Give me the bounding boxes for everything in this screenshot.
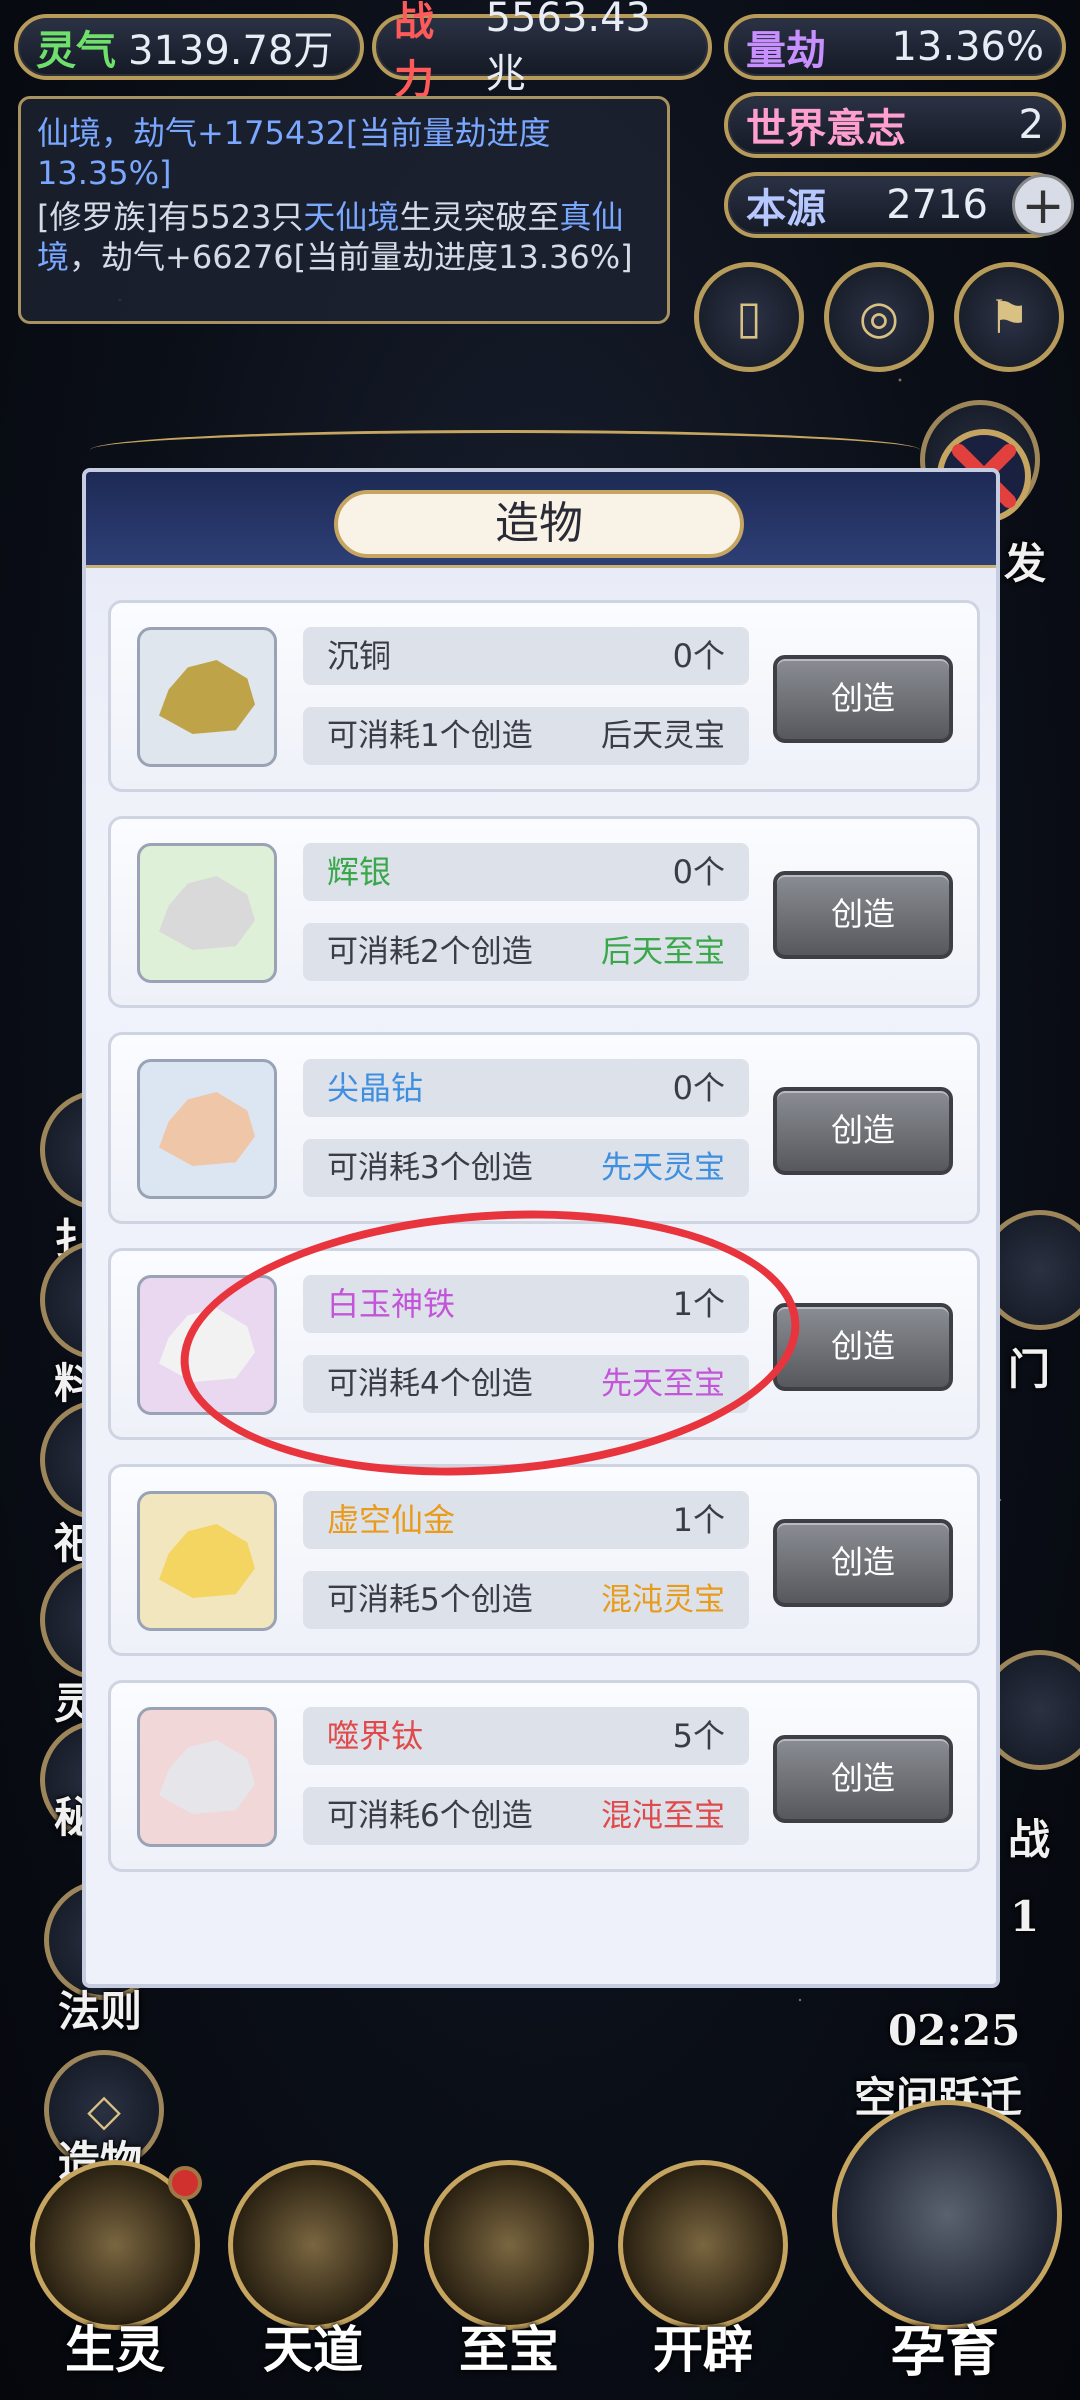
item-cost: 可消耗2个创造 bbox=[327, 934, 533, 970]
shijie-pill[interactable]: 世界意志 2 bbox=[724, 92, 1066, 158]
create-button[interactable]: 创造 bbox=[773, 871, 953, 959]
item-count: 0个 bbox=[672, 1069, 725, 1107]
item-thumbnail bbox=[137, 627, 277, 767]
yunyu-emblem-icon bbox=[832, 2100, 1062, 2330]
create-button[interactable]: 创造 bbox=[773, 1087, 953, 1175]
right-fa-label: 发 bbox=[1004, 539, 1047, 588]
item-cost: 可消耗6个创造 bbox=[327, 1798, 533, 1834]
ore-icon bbox=[159, 1740, 255, 1814]
item-thumbnail bbox=[137, 1059, 277, 1199]
card-icon-button[interactable]: ▯ bbox=[694, 262, 804, 372]
create-button[interactable]: 创造 bbox=[773, 1303, 953, 1391]
item-count: 0个 bbox=[672, 637, 725, 675]
create-button[interactable]: 创造 bbox=[773, 655, 953, 743]
item-cost: 可消耗3个创造 bbox=[327, 1150, 533, 1186]
item-name-bar: 噬界钛 5个 bbox=[303, 1707, 749, 1765]
event-log: 仙境，劫气+175432[当前量劫进度13.35%] [修罗族]有5523只天仙… bbox=[18, 96, 670, 324]
kaipi-emblem-icon bbox=[618, 2160, 788, 2330]
liangjie-label: 量劫 bbox=[746, 27, 826, 74]
flag-icon-button[interactable]: ⚑ bbox=[954, 262, 1064, 372]
timer-label: 02:25 bbox=[888, 2006, 1021, 2055]
item-row: 辉银 0个 可消耗2个创造 后天至宝 创造 bbox=[108, 816, 980, 1008]
item-name: 噬界钛 bbox=[327, 1717, 424, 1755]
nav-zhibao-label: 至宝 bbox=[459, 2320, 559, 2379]
item-thumbnail bbox=[137, 843, 277, 983]
log-line2-post: ，劫气+66276[当前量劫进度13.36%] bbox=[69, 238, 633, 276]
item-name: 沉铜 bbox=[327, 637, 392, 675]
item-info-bar: 可消耗2个创造 后天至宝 bbox=[303, 923, 749, 981]
log-line2-pre: [修罗族]有5523只 bbox=[37, 198, 304, 236]
item-row: 虚空仙金 1个 可消耗5个创造 混沌灵宝 创造 bbox=[108, 1464, 980, 1656]
item-count: 1个 bbox=[672, 1501, 725, 1539]
zhibao-emblem-icon bbox=[424, 2160, 594, 2330]
item-thumbnail bbox=[137, 1491, 277, 1631]
lingqi-pill: 灵气 3139.78万 bbox=[14, 14, 364, 80]
nav-yunyu[interactable]: 孕育 bbox=[820, 2100, 1070, 2400]
nav-kaipi[interactable]: 开辟 bbox=[608, 2160, 798, 2400]
item-name: 辉银 bbox=[327, 853, 392, 891]
item-grade: 混沌灵宝 bbox=[601, 1582, 725, 1618]
lingqi-value: 3139.78万 bbox=[128, 28, 334, 74]
item-grade: 先天灵宝 bbox=[601, 1150, 725, 1186]
nav-yunyu-label: 孕育 bbox=[891, 2319, 999, 2383]
item-grade: 后天至宝 bbox=[601, 934, 725, 970]
shijie-label: 世界意志 bbox=[746, 105, 906, 152]
nav-tiandao-label: 天道 bbox=[263, 2320, 363, 2379]
item-row: 沉铜 0个 可消耗1个创造 后天灵宝 创造 bbox=[108, 600, 980, 792]
notification-dot bbox=[168, 2166, 202, 2200]
zhanli-value: 5563.43兆 bbox=[485, 0, 652, 97]
modal-frame-arc bbox=[90, 430, 920, 470]
item-thumbnail bbox=[137, 1707, 277, 1847]
item-info-bar: 可消耗6个创造 混沌至宝 bbox=[303, 1787, 749, 1845]
item-info-bar: 可消耗3个创造 先天灵宝 bbox=[303, 1139, 749, 1197]
item-count: 5个 bbox=[672, 1717, 725, 1755]
ore-icon bbox=[159, 1524, 255, 1598]
create-button[interactable]: 创造 bbox=[773, 1735, 953, 1823]
right-count-label: 1 bbox=[1010, 1892, 1040, 1941]
item-cost: 可消耗1个创造 bbox=[327, 718, 533, 754]
nav-shengling-label: 生灵 bbox=[65, 2320, 165, 2379]
log-line: 仙境，劫气+175432[当前量劫进度13.35%] bbox=[37, 113, 651, 193]
item-name-bar: 虚空仙金 1个 bbox=[303, 1491, 749, 1549]
nav-tiandao[interactable]: 天道 bbox=[218, 2160, 408, 2400]
ore-icon bbox=[159, 1092, 255, 1166]
zhanli-pill: 战力 5563.43兆 bbox=[372, 0, 712, 103]
ore-icon bbox=[159, 876, 255, 950]
nav-shengling[interactable]: 生灵 bbox=[20, 2160, 210, 2400]
modal-title: 造物 bbox=[334, 490, 744, 558]
item-grade: 后天灵宝 bbox=[601, 718, 725, 754]
lingqi-label: 灵气 bbox=[36, 27, 116, 74]
item-info-bar: 可消耗1个创造 后天灵宝 bbox=[303, 707, 749, 765]
item-grade: 混沌至宝 bbox=[601, 1798, 725, 1834]
item-name-bar: 沉铜 0个 bbox=[303, 627, 749, 685]
log-line: [修罗族]有5523只天仙境生灵突破至真仙境，劫气+66276[当前量劫进度13… bbox=[37, 197, 651, 277]
liangjie-value: 13.36% bbox=[891, 24, 1044, 70]
right-men-label: 门 bbox=[1008, 1345, 1051, 1394]
add-benyuan-button[interactable]: + bbox=[1012, 174, 1074, 236]
create-button[interactable]: 创造 bbox=[773, 1519, 953, 1607]
tiandao-emblem-icon bbox=[228, 2160, 398, 2330]
item-row: 尖晶钻 0个 可消耗3个创造 先天灵宝 创造 bbox=[108, 1032, 980, 1224]
benyuan-value: 2716 bbox=[886, 182, 988, 228]
item-name: 虚空仙金 bbox=[327, 1501, 456, 1539]
zhanli-label: 战力 bbox=[394, 0, 434, 103]
item-count: 0个 bbox=[672, 853, 725, 891]
liangjie-pill[interactable]: 量劫 13.36% bbox=[724, 14, 1066, 80]
item-info-bar: 可消耗5个创造 混沌灵宝 bbox=[303, 1571, 749, 1629]
nav-kaipi-label: 开辟 bbox=[653, 2320, 753, 2379]
vortex-icon-button[interactable]: ◎ bbox=[824, 262, 934, 372]
shijie-value: 2 bbox=[1018, 102, 1044, 148]
right-zhan-label: 战 bbox=[1008, 1815, 1051, 1864]
log-line2-mid: 生灵突破至 bbox=[399, 198, 560, 236]
item-name: 尖晶钻 bbox=[327, 1069, 424, 1107]
item-cost: 可消耗5个创造 bbox=[327, 1582, 533, 1618]
nav-zhibao[interactable]: 至宝 bbox=[414, 2160, 604, 2400]
item-name-bar: 尖晶钻 0个 bbox=[303, 1059, 749, 1117]
item-name-bar: 辉银 0个 bbox=[303, 843, 749, 901]
log-line2-realm: 天仙境 bbox=[303, 198, 400, 236]
log-line1-text: 仙境，劫气+175432[当前量劫进度13.35%] bbox=[37, 114, 551, 192]
benyuan-label: 本源 bbox=[746, 185, 826, 232]
ore-icon bbox=[159, 660, 255, 734]
item-row: 噬界钛 5个 可消耗6个创造 混沌至宝 创造 bbox=[108, 1680, 980, 1872]
